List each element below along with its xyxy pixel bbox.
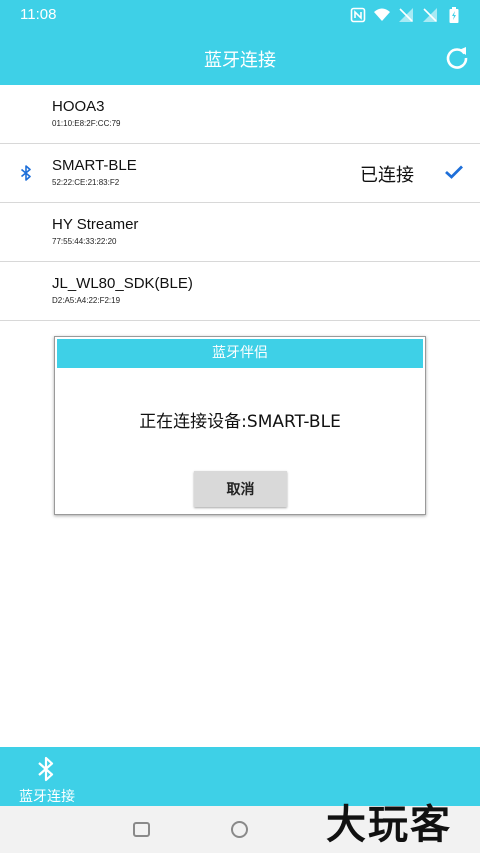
refresh-icon[interactable] [444,45,470,71]
dialog-title: 蓝牙伴侣 [57,339,423,368]
tab-bluetooth-connect[interactable]: 蓝牙连接 [10,753,84,805]
battery-icon [449,7,459,23]
device-name: HOOA3 [52,98,105,115]
device-name: SMART-BLE [52,157,137,174]
dialog-message: 正在连接设备:SMART-BLE [139,412,341,432]
device-mac: 77:55:44:33:22:20 [52,237,117,246]
app-bar: 蓝牙连接 [0,30,480,85]
signal-icon [399,8,413,22]
device-item-jl-wl80[interactable]: JL_WL80_SDK(BLE) D2:A5:A4:22:F2:19 [0,262,480,321]
status-icons [350,7,462,23]
device-list: HOOA3 01:10:E8:2F:CC:79 SMART-BLE 52:22:… [0,85,480,321]
check-icon [445,165,463,179]
device-mac: 01:10:E8:2F:CC:79 [52,119,121,128]
home-icon[interactable] [231,821,248,838]
bluetooth-icon [20,165,31,181]
recent-apps-icon[interactable] [133,822,150,837]
cancel-button[interactable]: 取消 [194,471,287,507]
device-item-hooa3[interactable]: HOOA3 01:10:E8:2F:CC:79 [0,85,480,144]
device-mac: D2:A5:A4:22:F2:19 [52,296,121,305]
status-bar: 11:08 [0,0,480,30]
connection-status: 已连接 [360,165,414,186]
wifi-icon [374,8,390,21]
signal-icon [423,8,437,22]
page-title: 蓝牙连接 [204,50,276,71]
device-item-smart-ble[interactable]: SMART-BLE 52:22:CE:21:83:F2 已连接 [0,144,480,203]
device-item-hy-streamer[interactable]: HY Streamer 77:55:44:33:22:20 [0,203,480,262]
device-name: HY Streamer [52,216,139,233]
device-name: JL_WL80_SDK(BLE) [52,275,193,292]
status-time: 11:08 [20,6,57,23]
bluetooth-icon [38,756,54,782]
nfc-icon [350,7,366,23]
connecting-dialog: 蓝牙伴侣 正在连接设备:SMART-BLE 取消 [54,336,426,515]
device-mac: 52:22:CE:21:83:F2 [52,178,120,187]
tab-label: 蓝牙连接 [19,789,75,805]
watermark: 大玩客 [326,802,452,848]
